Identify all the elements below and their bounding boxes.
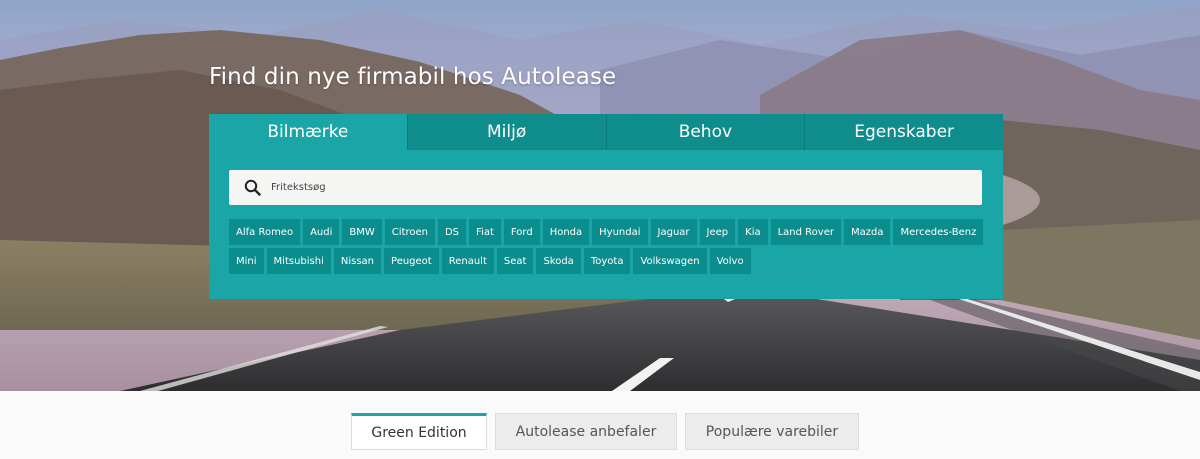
brand-button-skoda[interactable]: Skoda: [536, 248, 581, 274]
search-tabs: Bilmærke Miljø Behov Egenskaber: [209, 114, 1003, 150]
brand-button-ds[interactable]: DS: [437, 219, 467, 245]
brand-button-jeep[interactable]: Jeep: [699, 219, 736, 245]
hero-title: Find din nye firmabil hos Autolease: [209, 64, 617, 90]
brand-button-mazda[interactable]: Mazda: [843, 219, 891, 245]
tab-behov[interactable]: Behov: [605, 114, 805, 150]
brand-button-alfa-romeo[interactable]: Alfa Romeo: [229, 219, 301, 245]
search-icon: [229, 179, 275, 196]
brand-button-volkswagen[interactable]: Volkswagen: [633, 248, 707, 274]
brand-button-seat[interactable]: Seat: [496, 248, 534, 274]
tab-bilmaerke[interactable]: Bilmærke: [209, 114, 407, 150]
brand-button-land-rover[interactable]: Land Rover: [770, 219, 841, 245]
tab-autolease-anbefaler[interactable]: Autolease anbefaler: [495, 413, 677, 450]
brand-row-1: Alfa Romeo Audi BMW Citroen DS Fiat Ford Honda H…: [229, 219, 989, 245]
search-box: [229, 170, 982, 205]
search-input[interactable]: [271, 182, 951, 193]
tab-populaere-varebiler[interactable]: Populære varebiler: [685, 413, 859, 450]
tab-egenskaber[interactable]: Egenskaber: [804, 114, 1003, 150]
brand-button-mitsubishi[interactable]: Mitsubishi: [266, 248, 331, 274]
bottom-tabs: Green Edition Autolease anbefaler Populæ…: [351, 413, 859, 450]
search-panel: Bilmærke Miljø Behov Egenskaber Alfa Rom…: [209, 114, 1003, 299]
tab-miljo[interactable]: Miljø: [406, 114, 606, 150]
brand-button-nissan[interactable]: Nissan: [333, 248, 382, 274]
brand-row-2: Mini Mitsubishi Nissan Peugeot Renault Seat Sk…: [229, 248, 989, 274]
brand-button-citroen[interactable]: Citroen: [384, 219, 435, 245]
brand-button-mercedes-benz[interactable]: Mercedes-Benz: [893, 219, 984, 245]
brand-button-bmw[interactable]: BMW: [342, 219, 382, 245]
bottom-section: Green Edition Autolease anbefaler Populæ…: [0, 391, 1200, 459]
brand-button-kia[interactable]: Kia: [738, 219, 768, 245]
brand-button-renault[interactable]: Renault: [441, 248, 494, 274]
brand-button-hyundai[interactable]: Hyundai: [592, 219, 648, 245]
brand-button-volvo[interactable]: Volvo: [709, 248, 751, 274]
brand-button-jaguar[interactable]: Jaguar: [650, 219, 697, 245]
brand-button-mini[interactable]: Mini: [229, 248, 264, 274]
brand-button-toyota[interactable]: Toyota: [583, 248, 631, 274]
brand-button-audi[interactable]: Audi: [303, 219, 340, 245]
hero-banner: Find din nye firmabil hos Autolease Bilm…: [0, 0, 1200, 391]
brand-button-fiat[interactable]: Fiat: [469, 219, 501, 245]
brand-button-honda[interactable]: Honda: [542, 219, 590, 245]
brand-button-peugeot[interactable]: Peugeot: [384, 248, 439, 274]
brand-list: Alfa Romeo Audi BMW Citroen DS Fiat Ford Honda H…: [229, 219, 989, 277]
tab-green-edition[interactable]: Green Edition: [351, 413, 487, 450]
brand-button-ford[interactable]: Ford: [503, 219, 540, 245]
